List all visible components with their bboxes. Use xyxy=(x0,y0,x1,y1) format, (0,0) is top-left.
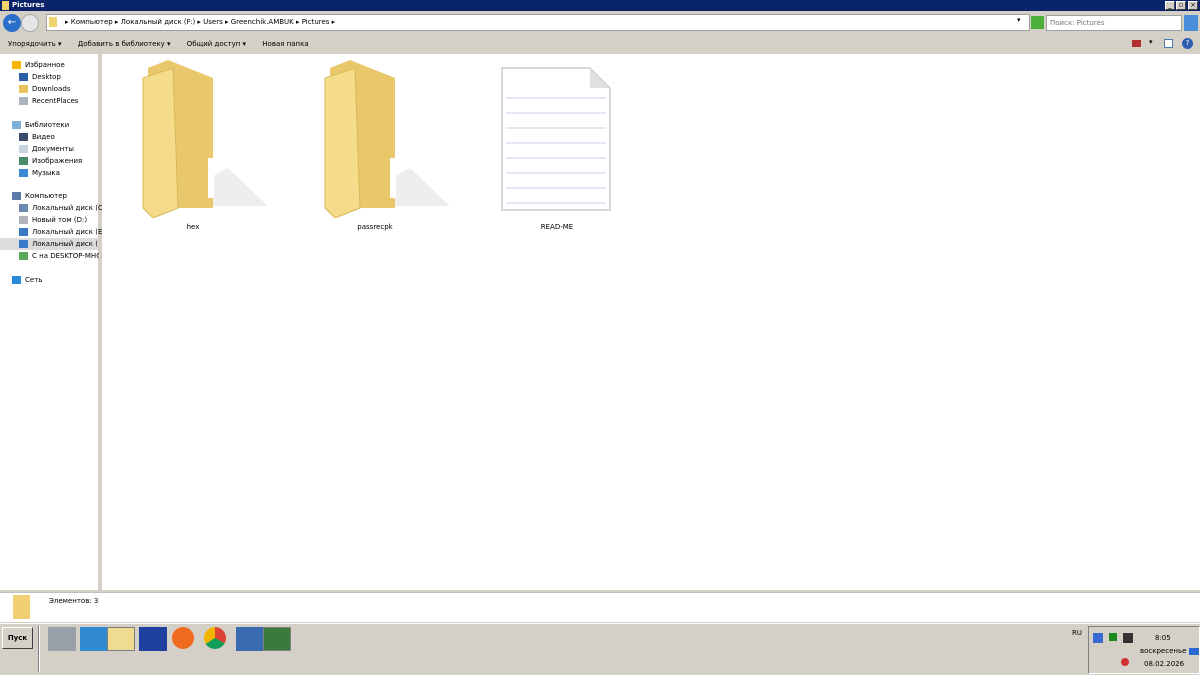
label: Избранное xyxy=(25,61,65,69)
folder-icon xyxy=(324,60,450,219)
drive-icon xyxy=(19,216,28,224)
taskbar: Пуск RU 8:05 воскресенье 08.02.2026 xyxy=(0,623,1200,675)
star-icon xyxy=(12,61,21,69)
back-button[interactable]: ← xyxy=(3,14,21,32)
network-icon xyxy=(12,276,21,284)
monitor-app-icon[interactable] xyxy=(263,627,291,651)
chrome-icon[interactable] xyxy=(204,627,226,649)
label: C на DESKTOP-MHGT1 xyxy=(32,252,99,260)
item-count: Элементов: 3 xyxy=(49,597,99,605)
label: Библиотеки xyxy=(25,121,70,129)
tray-icon[interactable] xyxy=(1123,633,1133,643)
add-to-library-button[interactable]: Добавить в библиотеку ▾ xyxy=(78,34,171,54)
label: Видео xyxy=(32,133,55,141)
navigation-pane: Избранное Desktop Downloads RecentPlaces… xyxy=(0,54,108,590)
libraries-icon xyxy=(12,121,21,129)
music-icon xyxy=(19,169,28,177)
refresh-icon[interactable] xyxy=(1031,16,1044,29)
search-icon[interactable] xyxy=(1184,15,1198,31)
help-icon[interactable]: ? xyxy=(1182,38,1193,49)
file-name: READ-ME xyxy=(540,223,574,231)
restore-button[interactable]: ▫ xyxy=(1176,1,1186,10)
divider xyxy=(38,626,40,672)
file-name: hex xyxy=(186,223,200,231)
sidebar-favorites[interactable]: Избранное xyxy=(12,59,110,71)
start-label: Пуск xyxy=(7,634,28,642)
label: Сеть xyxy=(25,276,43,284)
forward-button[interactable] xyxy=(21,14,39,32)
view-icon[interactable] xyxy=(1132,40,1141,47)
save-app-icon[interactable] xyxy=(139,627,167,651)
label: Downloads xyxy=(32,85,71,93)
sidebar-network[interactable]: Сеть xyxy=(12,274,110,286)
tray-icon[interactable] xyxy=(1109,633,1117,641)
computer-icon xyxy=(12,192,21,200)
close-button[interactable]: × xyxy=(1188,1,1198,10)
organize-button[interactable]: Упорядочить ▾ xyxy=(8,34,62,54)
command-bar: Упорядочить ▾ Добавить в библиотеку ▾ Об… xyxy=(0,34,1200,54)
server-manager-icon[interactable] xyxy=(48,627,76,651)
label: Документы xyxy=(32,145,74,153)
text-file-icon xyxy=(501,67,611,211)
firefox-icon[interactable] xyxy=(172,627,194,649)
images-icon xyxy=(19,157,28,165)
drive-icon xyxy=(19,204,28,212)
label: RecentPlaces xyxy=(32,97,79,105)
explorer-icon[interactable] xyxy=(107,627,135,651)
file-name: passrecpk xyxy=(357,223,393,231)
folder-item-hex[interactable]: hex xyxy=(118,58,268,231)
window-title: Pictures xyxy=(12,1,45,9)
drive-icon xyxy=(19,228,28,236)
desktop-icon xyxy=(19,73,28,81)
start-button[interactable]: Пуск xyxy=(2,627,33,649)
share-button[interactable]: Общий доступ ▾ xyxy=(187,34,246,54)
clock-day: воскресенье xyxy=(1140,647,1187,655)
search-input[interactable] xyxy=(1046,15,1182,31)
documents-icon xyxy=(19,145,28,153)
folder-icon xyxy=(49,17,57,27)
breadcrumb: ▸ Компьютер ▸ Локальный диск (F:) ▸ User… xyxy=(65,18,336,26)
sidebar-item-drive-f[interactable]: Локальный диск (F:) xyxy=(0,238,98,250)
details-pane: Элементов: 3 xyxy=(0,592,1200,622)
file-list: hex passrecpk READ-ME xyxy=(102,54,1200,590)
powershell-icon[interactable] xyxy=(80,627,108,651)
system-tray: 8:05 воскресенье 08.02.2026 xyxy=(1088,626,1200,674)
file-item-readme[interactable]: READ-ME xyxy=(482,58,632,231)
drive-icon xyxy=(19,240,28,248)
label: Desktop xyxy=(32,73,61,81)
preview-pane-icon[interactable] xyxy=(1164,39,1173,48)
minimize-button[interactable]: _ xyxy=(1165,1,1175,10)
address-bar[interactable]: ▸ Компьютер ▸ Локальный диск (F:) ▸ User… xyxy=(46,14,1030,31)
app-icon[interactable] xyxy=(236,627,264,651)
clock-time[interactable]: 8:05 xyxy=(1155,634,1171,642)
label: Изображения xyxy=(32,157,83,165)
folder-icon xyxy=(2,1,9,10)
sidebar-item-network-drive[interactable]: C на DESKTOP-MHGT1 xyxy=(19,250,99,262)
view-dropdown[interactable]: ▾ xyxy=(1149,38,1153,46)
language-indicator[interactable]: RU xyxy=(1072,629,1082,637)
folder-icon xyxy=(13,595,30,619)
volume-muted-icon[interactable] xyxy=(1121,658,1129,666)
address-dropdown[interactable]: ▾ xyxy=(1017,16,1021,24)
label: Локальный диск (F:) xyxy=(32,240,98,248)
label: Музыка xyxy=(32,169,60,177)
label: Локальный диск (E:) xyxy=(32,228,108,236)
downloads-icon xyxy=(19,85,28,93)
recent-places-icon xyxy=(19,97,28,105)
tray-icon[interactable] xyxy=(1093,633,1103,643)
title-bar: Pictures xyxy=(0,0,1200,11)
sidebar-computer[interactable]: Компьютер xyxy=(12,190,110,202)
show-desktop-icon[interactable] xyxy=(1189,648,1199,655)
label: Компьютер xyxy=(25,192,67,200)
new-folder-button[interactable]: Новая папка xyxy=(262,34,308,54)
clock-date: 08.02.2026 xyxy=(1144,660,1185,668)
network-drive-icon xyxy=(19,252,28,260)
label: Локальный диск (C:) xyxy=(32,204,108,212)
sidebar-libraries[interactable]: Библиотеки xyxy=(12,119,110,131)
video-icon xyxy=(19,133,28,141)
folder-icon xyxy=(142,60,268,219)
folder-item-passrecpk[interactable]: passrecpk xyxy=(300,58,450,231)
label: Новый том (D:) xyxy=(32,216,88,224)
